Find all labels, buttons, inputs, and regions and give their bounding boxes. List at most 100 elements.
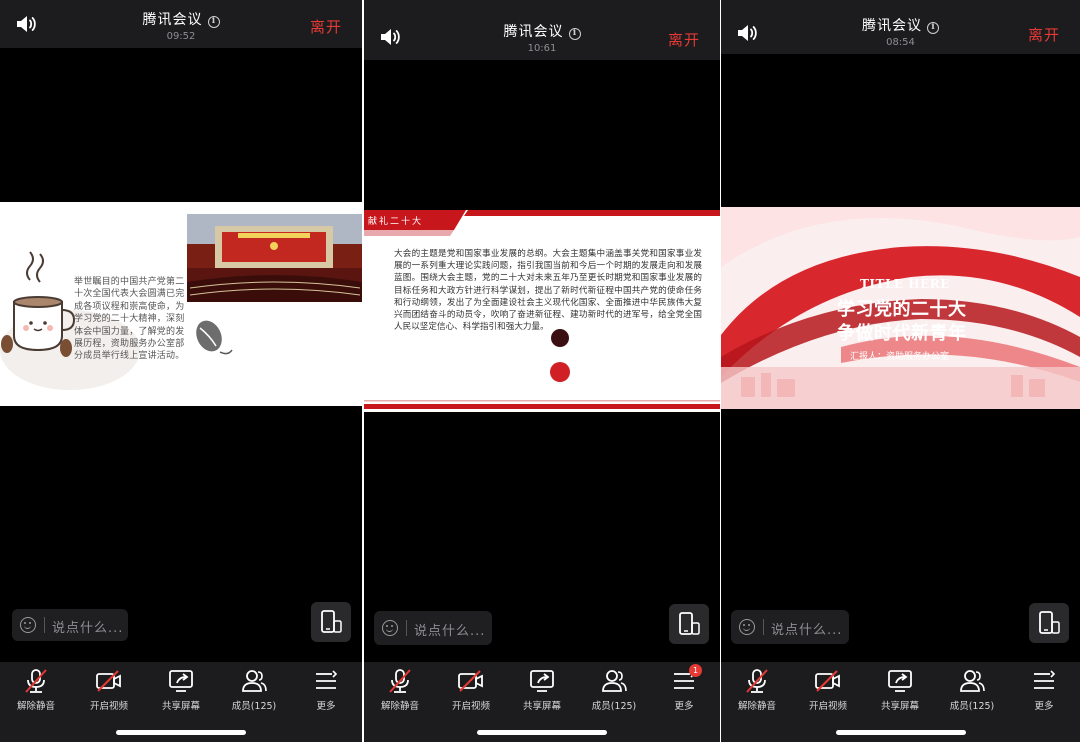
chat-placeholder: 说点什么... [771,623,843,638]
video-off-icon [456,668,486,694]
toolbar-label: 开启视频 [89,701,128,712]
meeting-toolbar: 解除静音 开启视频 共享屏幕 成员(125) 更多 [721,662,1080,742]
rotate-screen-button[interactable] [1029,603,1069,643]
leave-button[interactable]: 离开 [668,29,700,50]
toolbar-label: 开启视频 [451,701,490,712]
unmute-button[interactable]: 解除静音 [721,668,793,712]
video-off-icon [813,668,843,694]
toolbar-label: 成员(125) [591,701,637,712]
slide-body-text: 大会的主题是党和国家事业发展的总纲。大会主题集中涵盖事关党和国家事业发展的一系列… [394,249,702,333]
share-screen-button[interactable]: 共享屏幕 [145,668,217,712]
toolbar-label: 更多 [316,701,336,712]
more-icon: 1 [669,664,702,694]
info-icon[interactable]: i [568,28,581,40]
toolbar-label: 共享屏幕 [880,701,919,712]
toolbar-label: 更多 [674,701,694,712]
chat-input[interactable]: 说点什么... [731,610,849,644]
more-button[interactable]: 1 更多 [648,664,720,712]
emoji-icon[interactable] [382,620,398,636]
members-button[interactable]: 成员(125) [218,668,290,712]
meeting-duration: 10:61 [527,43,557,54]
leave-button[interactable]: 离开 [1028,24,1060,45]
toolbar-label: 成员(125) [231,701,277,712]
toolbar-label: 解除静音 [737,701,776,712]
members-button[interactable]: 成员(125) [578,668,650,712]
meeting-duration: 08:54 [886,37,915,48]
unmute-button[interactable]: 解除静音 [364,668,436,712]
more-button[interactable]: 更多 [290,668,362,712]
meeting-title[interactable]: 腾讯会议 [862,18,922,34]
slide-title-line1: 学习党的二十大 [837,299,967,320]
info-icon[interactable]: i [207,16,220,28]
leave-button[interactable]: 离开 [310,16,342,37]
more-icon [311,668,341,694]
unmute-button[interactable]: 解除静音 [0,668,72,712]
share-screen-button[interactable]: 共享屏幕 [506,668,578,712]
mic-muted-icon [742,668,772,694]
meeting-screen-1: 腾讯会议 i 09:52 离开 举世瞩目的中国共产党第二十次全国代表大会圆满已完… [0,0,362,742]
meeting-duration: 09:52 [166,31,196,42]
chat-placeholder: 说点什么... [414,624,486,639]
meeting-title[interactable]: 腾讯会议 [504,24,564,40]
slide-reporter: 汇报人：资助服务办公室 [850,352,950,362]
toolbar-label: 更多 [1034,701,1054,712]
divider [763,619,764,635]
emoji-icon[interactable] [20,617,36,633]
meeting-title[interactable]: 腾讯会议 [143,12,203,28]
more-button[interactable]: 更多 [1008,668,1080,712]
emoji-icon[interactable] [739,619,755,635]
slide-title-en: TITLE HERE [860,277,950,291]
chat-placeholder: 说点什么... [52,621,124,636]
home-indicator[interactable] [116,730,246,735]
meeting-screen-3: 腾讯会议 i 08:54 离开 TITLE HERE 学习党的二十大 争做时代新青… [721,0,1080,742]
top-bar: 腾讯会议 i 10:61 离开 [364,0,720,60]
home-indicator[interactable] [835,730,966,735]
divider [44,617,45,633]
toolbar-label: 解除静音 [16,701,55,712]
slide-header-tag: 献礼二十大 [368,217,424,227]
chat-input[interactable]: 说点什么... [374,611,492,645]
share-screen-icon [527,668,557,694]
rotate-device-icon [679,612,700,635]
toolbar-label: 成员(125) [949,701,995,712]
video-off-icon [94,668,124,694]
top-bar: 腾讯会议 i 09:52 离开 [0,0,362,48]
chat-input[interactable]: 说点什么... [12,609,128,641]
meeting-title-block[interactable]: 腾讯会议 i 09:52 [0,9,362,42]
slide-title-line2: 争做时代新青年 [837,323,967,344]
top-bar: 腾讯会议 i 08:54 离开 [721,0,1080,54]
members-button[interactable]: 成员(125) [936,668,1008,712]
notification-badge: 1 [689,664,702,677]
mic-muted-icon [21,668,51,694]
info-icon[interactable]: i [927,22,939,34]
shared-slide: 举世瞩目的中国共产党第二十次全国代表大会圆满已完成各项议程和崇高使命，为学习党的… [0,202,362,406]
members-icon [957,668,987,694]
members-icon [239,668,269,694]
share-screen-icon [166,668,196,694]
meeting-toolbar: 解除静音 开启视频 共享屏幕 成员(125) 更多 [0,662,362,742]
more-icon [1029,668,1059,694]
divider [406,620,407,636]
slide-body-text: 举世瞩目的中国共产党第二十次全国代表大会圆满已完成各项议程和崇高使命，为学习党的… [74,277,185,362]
share-screen-icon [885,668,915,694]
rotate-screen-button[interactable] [669,604,709,644]
rotate-device-icon [321,610,342,633]
meeting-title-block[interactable]: 腾讯会议 i 08:54 [721,15,1080,48]
meeting-toolbar: 解除静音 开启视频 共享屏幕 成员(125) 1 更多 [364,662,720,742]
start-video-button[interactable]: 开启视频 [435,668,507,712]
mic-muted-icon [385,668,415,694]
start-video-button[interactable]: 开启视频 [73,668,145,712]
start-video-button[interactable]: 开启视频 [792,668,864,712]
toolbar-label: 共享屏幕 [522,701,561,712]
shared-slide: 献礼二十大 大会的主题是党和国家事业发展的总纲。大会主题集中涵盖事关党和国家事业… [364,210,720,412]
meeting-title-block[interactable]: 腾讯会议 i 10:61 [364,21,720,54]
rotate-screen-button[interactable] [311,602,351,642]
home-indicator[interactable] [477,730,607,735]
members-icon [599,668,629,694]
rotate-device-icon [1039,611,1060,634]
toolbar-label: 共享屏幕 [161,701,200,712]
meeting-screen-2: 腾讯会议 i 10:61 离开 献礼二十大 大会的主题是党和国家事业发展的总纲。大… [364,0,720,742]
share-screen-button[interactable]: 共享屏幕 [864,668,936,712]
toolbar-label: 开启视频 [808,701,847,712]
toolbar-label: 解除静音 [380,701,419,712]
